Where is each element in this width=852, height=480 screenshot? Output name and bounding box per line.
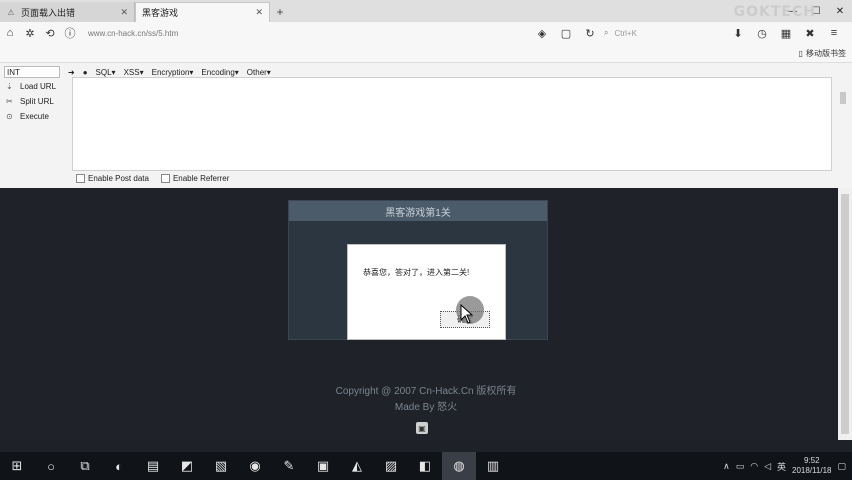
error-icon: ⚠	[7, 7, 15, 17]
checkbox-box	[160, 174, 170, 183]
scroll-thumb[interactable]	[840, 92, 846, 104]
enable-referrer-checkbox[interactable]: Enable Referrer	[160, 174, 230, 183]
ime-indicator[interactable]: 英	[777, 460, 786, 473]
checkbox-box	[76, 174, 85, 183]
page-scrollbar[interactable]	[838, 188, 852, 440]
panel-title: 黑客游戏第1关	[289, 201, 547, 221]
tab-label: 页面载入出错	[21, 7, 76, 18]
search-icon: ⌕	[604, 28, 609, 37]
split-icon: ✂	[6, 96, 13, 106]
hackbar-select[interactable]: INT	[4, 66, 60, 78]
copyright-text: Copyright @ 2007 Cn-Hack.Cn 版权所有	[335, 386, 517, 397]
volume-icon[interactable]: ◁	[764, 461, 771, 472]
menu-encryption[interactable]: Encryption▾	[152, 68, 194, 77]
hackbar-options: Enable Post data Enable Referrer	[76, 174, 229, 183]
page-content: 黑客游戏第1关 游戏：进入第二关! 恭喜您，答对了，进入第二关! 确定 Copy…	[0, 188, 852, 440]
network-icon[interactable]: ▭	[736, 461, 745, 472]
hackbar-actions: ⇣ Load URL ✂ Split URL ⊙ Execute	[6, 81, 56, 121]
app-icon[interactable]: ▧	[204, 452, 238, 480]
screen: ⚠ 页面载入出错 ✕ 黑客游戏 ✕ + — ☐ ✕ GOKTECH ⌂ ✲ ⟲ …	[0, 0, 852, 480]
mobile-bookmarks[interactable]: 移动版书签	[806, 48, 846, 59]
enable-post-data-checkbox[interactable]: Enable Post data	[76, 174, 149, 183]
hackbar-scrollbar[interactable]	[840, 62, 846, 187]
tab-hacker-game[interactable]: 黑客游戏 ✕	[135, 2, 270, 22]
tab-error[interactable]: ⚠ 页面载入出错 ✕	[0, 2, 135, 22]
app-icon[interactable]: ▣	[306, 452, 340, 480]
menu-other[interactable]: Other▾	[247, 68, 271, 77]
close-window-icon[interactable]: ✕	[828, 0, 852, 22]
system-tray: ∧ ▭ ◠ ◁ 英 9:52 2018/11/18 ▢	[723, 456, 852, 476]
clock[interactable]: 9:52 2018/11/18	[792, 456, 831, 476]
app-icon[interactable]: ◐	[102, 452, 136, 480]
settings-icon[interactable]: ✲	[20, 23, 40, 43]
menu-encoding[interactable]: Encoding▾	[201, 68, 238, 77]
tray-up-icon[interactable]: ∧	[723, 461, 730, 472]
execute-icon: ⊙	[6, 111, 13, 121]
reload-icon[interactable]: ↻	[580, 23, 600, 43]
windows-start-icon[interactable]: ⊞	[0, 452, 34, 480]
cortana-icon[interactable]: ○	[34, 452, 68, 480]
url-field[interactable]: www.cn-hack.cn/ss/5.htm	[88, 29, 428, 38]
load-url-label: Load URL	[20, 81, 57, 91]
split-url-label: Split URL	[20, 96, 54, 106]
clock-time: 9:52	[803, 456, 820, 465]
shield-icon[interactable]: ◈	[532, 23, 552, 43]
dialog-message: 恭喜您，答对了，进入第二关!	[363, 268, 470, 277]
scroll-thumb[interactable]	[841, 194, 849, 434]
addon-icon[interactable]: ✖	[800, 23, 820, 43]
app-icon[interactable]: ◭	[340, 452, 374, 480]
bookmark-bar: ▯ 移动版书签	[0, 44, 852, 62]
menu-sql[interactable]: SQL▾	[96, 68, 116, 77]
clock-date: 2018/11/18	[792, 466, 832, 475]
execute-label: Execute	[20, 111, 49, 121]
app-icon[interactable]: ▨	[374, 452, 408, 480]
dot-icon[interactable]: ●	[83, 68, 88, 77]
search-input[interactable]: ⌕ Ctrl+K	[604, 25, 724, 41]
search-placeholder: Ctrl+K	[614, 28, 637, 38]
download-icon[interactable]: ⬇	[728, 23, 748, 43]
history-icon[interactable]: ◷	[752, 23, 772, 43]
app-icon[interactable]: ✎	[272, 452, 306, 480]
notification-icon[interactable]: ▢	[837, 461, 846, 472]
taskbar: ⊞ ○ ⧉ ◐ ▤ ◩ ▧ ◉ ✎ ▣ ◭ ▨ ◧ ◍ ▥ ∧ ▭ ◠ ◁ 英 …	[0, 452, 852, 480]
load-icon: ⇣	[6, 81, 13, 91]
nav-bar: ⌂ ✲ ⟲ ⓘ www.cn-hack.cn/ss/5.htm ◈ ▢ ↻ ⌕ …	[0, 22, 852, 44]
bookmark-icon: ▯	[798, 48, 803, 58]
tab-bar: ⚠ 页面载入出错 ✕ 黑客游戏 ✕ + — ☐ ✕	[0, 0, 852, 22]
app-icon[interactable]: ◉	[238, 452, 272, 480]
page-icon: ▣	[416, 422, 428, 434]
made-by-text: Made By 怒火	[394, 402, 458, 413]
watermark-logo: GOKTECH	[733, 4, 816, 20]
tab-label: 黑客游戏	[142, 8, 179, 18]
wifi-icon[interactable]: ◠	[750, 461, 758, 472]
extensions-icon[interactable]: ▦	[776, 23, 796, 43]
home-icon[interactable]: ⌂	[0, 23, 20, 43]
split-url-button[interactable]: ✂ Split URL	[6, 96, 56, 106]
mouse-cursor-icon	[460, 304, 474, 324]
app-icon[interactable]: ◩	[170, 452, 204, 480]
hackbar: INT ➜ ● SQL▾ XSS▾ Encryption▾ Encoding▾ …	[0, 62, 852, 188]
alert-dialog: 恭喜您，答对了，进入第二关! 确定	[347, 244, 506, 340]
execute-button[interactable]: ⊙ Execute	[6, 111, 56, 121]
hackbar-url-textarea[interactable]	[72, 77, 832, 171]
enable-post-data-label: Enable Post data	[88, 174, 149, 183]
enable-referrer-label: Enable Referrer	[172, 174, 230, 183]
back-icon[interactable]: ⟲	[40, 23, 60, 43]
info-icon[interactable]: ⓘ	[60, 23, 80, 43]
close-icon[interactable]: ✕	[255, 7, 263, 18]
menu-icon[interactable]: ≡	[824, 23, 844, 43]
task-view-icon[interactable]: ⧉	[68, 452, 102, 480]
close-icon[interactable]: ✕	[120, 7, 128, 18]
menu-xss[interactable]: XSS▾	[124, 68, 144, 77]
app-icon[interactable]: ▤	[136, 452, 170, 480]
app-icon[interactable]: ◧	[408, 452, 442, 480]
load-url-button[interactable]: ⇣ Load URL	[6, 81, 56, 91]
app-icon[interactable]: ▥	[476, 452, 510, 480]
arrow-icon[interactable]: ➜	[68, 68, 75, 77]
browser-icon[interactable]: ◍	[442, 452, 476, 480]
screenshot-icon[interactable]: ▢	[556, 23, 576, 43]
new-tab-icon[interactable]: +	[270, 2, 290, 22]
